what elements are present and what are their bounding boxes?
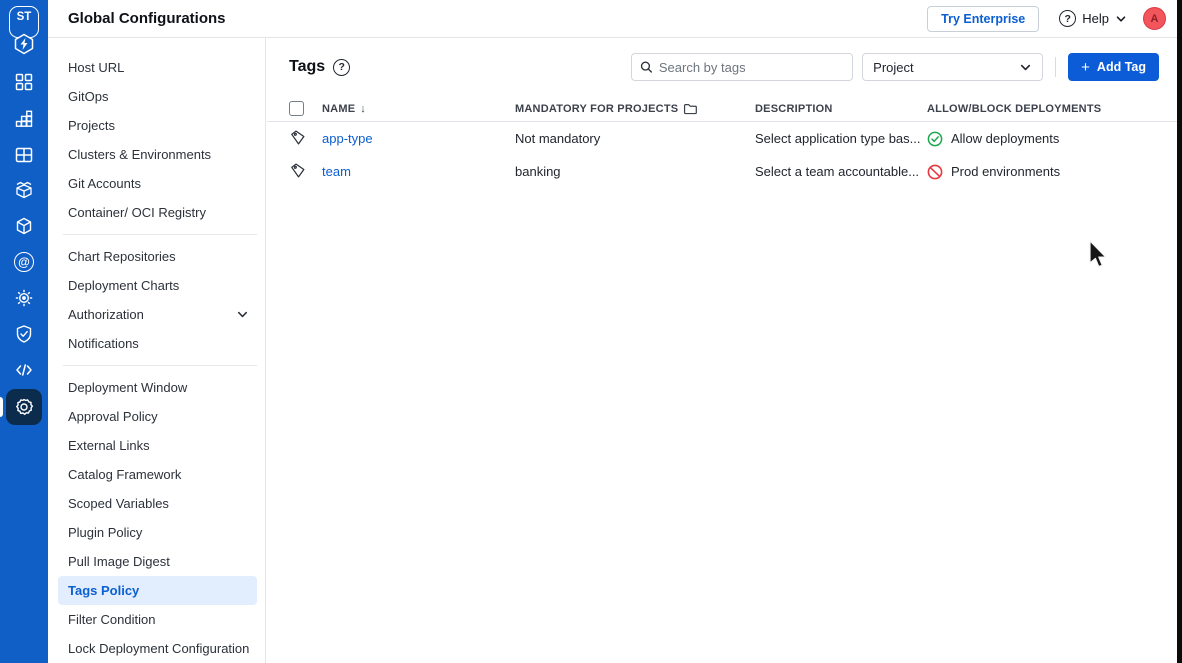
description-cell: Select a team accountable...: [755, 164, 927, 179]
search-input[interactable]: [659, 60, 844, 75]
tag-icon: [289, 129, 306, 146]
tag-name-link[interactable]: team: [322, 164, 351, 179]
table-row-app-type[interactable]: app-type Not mandatory Select applicatio…: [267, 122, 1177, 155]
column-header-description: DESCRIPTION: [755, 103, 927, 115]
plus-icon: +: [1081, 60, 1090, 75]
column-header-allow-block: ALLOW/BLOCK DEPLOYMENTS: [927, 103, 1159, 115]
folder-icon: [683, 102, 697, 116]
rail-applications-icon[interactable]: [14, 72, 34, 92]
rail-jobs-icon[interactable]: [14, 145, 34, 165]
app-logo[interactable]: ST: [9, 6, 39, 54]
sidebar-item-projects[interactable]: Projects: [58, 111, 257, 140]
tag-icon: [289, 162, 306, 179]
user-avatar[interactable]: A: [1143, 7, 1166, 30]
brand-emblem-icon: [13, 33, 35, 55]
sidebar-item-filter-condition[interactable]: Filter Condition: [58, 605, 257, 634]
rail-global-config-icon[interactable]: [6, 389, 42, 425]
rail-resource-cube-icon[interactable]: [14, 216, 34, 236]
sidebar-item-catalog-framework[interactable]: Catalog Framework: [58, 460, 257, 489]
project-filter-dropdown[interactable]: Project: [862, 53, 1043, 81]
sidebar-item-gitops[interactable]: GitOps: [58, 82, 257, 111]
sidebar-item-tags-policy[interactable]: Tags Policy: [58, 576, 257, 605]
sidebar-item-authorization[interactable]: Authorization: [58, 300, 257, 329]
sidebar-item-lock-deployment-configuration[interactable]: Lock Deployment Configuration: [58, 634, 257, 663]
tags-help-icon[interactable]: ?: [333, 59, 350, 76]
tag-name-link[interactable]: app-type: [322, 131, 373, 146]
rail-stack-blocks-icon[interactable]: [14, 109, 34, 129]
chevron-down-icon: [236, 308, 249, 321]
app-rail: ST: [0, 0, 48, 663]
rail-helm-package-icon[interactable]: [14, 180, 34, 200]
allow-check-icon: [927, 131, 943, 147]
tags-title: Tags: [289, 58, 325, 76]
tags-policy-panel: Tags ? Project + Add Tag NAME ↓: [267, 38, 1177, 663]
deployment-status-cell: Prod environments: [927, 164, 1159, 180]
active-rail-indicator: [0, 397, 3, 417]
mandatory-cell: Not mandatory: [515, 131, 755, 146]
sidebar-item-deployment-window[interactable]: Deployment Window: [58, 373, 257, 402]
tags-header: Tags ? Project + Add Tag: [267, 38, 1177, 96]
search-box: [631, 53, 853, 81]
block-icon: [927, 164, 943, 180]
rail-security-shield-icon[interactable]: [14, 324, 34, 344]
sidebar-item-host-url[interactable]: Host URL: [58, 53, 257, 82]
at-glyph: @: [18, 255, 30, 269]
chevron-down-icon: [1019, 61, 1032, 74]
sidebar-item-notifications[interactable]: Notifications: [58, 329, 257, 358]
description-cell: Select application type bas...: [755, 131, 927, 146]
mandatory-cell: banking: [515, 164, 755, 179]
sidebar-item-clusters-environments[interactable]: Clusters & Environments: [58, 140, 257, 169]
header-divider: [1055, 57, 1056, 77]
table-row-team[interactable]: team banking Select a team accountable..…: [267, 155, 1177, 188]
rail-registry-icon[interactable]: @: [14, 252, 34, 272]
sidebar-item-approval-policy[interactable]: Approval Policy: [58, 402, 257, 431]
try-enterprise-button[interactable]: Try Enterprise: [927, 6, 1039, 32]
sidebar-item-deployment-charts[interactable]: Deployment Charts: [58, 271, 257, 300]
logo-text: ST: [17, 11, 32, 23]
config-sidebar: Host URL GitOps Projects Clusters & Envi…: [48, 38, 266, 663]
add-tag-button[interactable]: + Add Tag: [1068, 53, 1159, 81]
sort-descending-icon[interactable]: ↓: [360, 103, 366, 115]
help-question-icon: ?: [1059, 10, 1076, 27]
sidebar-section-divider: [63, 365, 257, 366]
sidebar-section-divider: [63, 234, 257, 235]
deployment-status-cell: Allow deployments: [927, 131, 1159, 147]
sidebar-item-pull-image-digest[interactable]: Pull Image Digest: [58, 547, 257, 576]
help-label: Help: [1082, 11, 1109, 26]
select-all-checkbox[interactable]: [289, 101, 304, 116]
screen-edge-strip: [1177, 0, 1182, 663]
rail-code-editor-icon[interactable]: [14, 360, 34, 380]
rail-cluster-icon[interactable]: [14, 288, 34, 308]
sidebar-item-chart-repositories[interactable]: Chart Repositories: [58, 242, 257, 271]
sidebar-item-git-accounts[interactable]: Git Accounts: [58, 169, 257, 198]
sidebar-item-external-links[interactable]: External Links: [58, 431, 257, 460]
sidebar-item-scoped-variables[interactable]: Scoped Variables: [58, 489, 257, 518]
chevron-down-icon: [1115, 13, 1127, 25]
sidebar-item-plugin-policy[interactable]: Plugin Policy: [58, 518, 257, 547]
search-icon: [640, 60, 653, 74]
sidebar-item-container-oci-registry[interactable]: Container/ OCI Registry: [58, 198, 257, 227]
help-menu[interactable]: ? Help: [1059, 10, 1127, 27]
tags-table-header: NAME ↓ MANDATORY FOR PROJECTS DESCRIPTIO…: [267, 96, 1177, 122]
page-title: Global Configurations: [68, 10, 226, 27]
top-bar: Global Configurations Try Enterprise ? H…: [48, 0, 1182, 38]
column-header-name[interactable]: NAME ↓: [322, 103, 515, 115]
column-header-mandatory: MANDATORY FOR PROJECTS: [515, 102, 755, 116]
